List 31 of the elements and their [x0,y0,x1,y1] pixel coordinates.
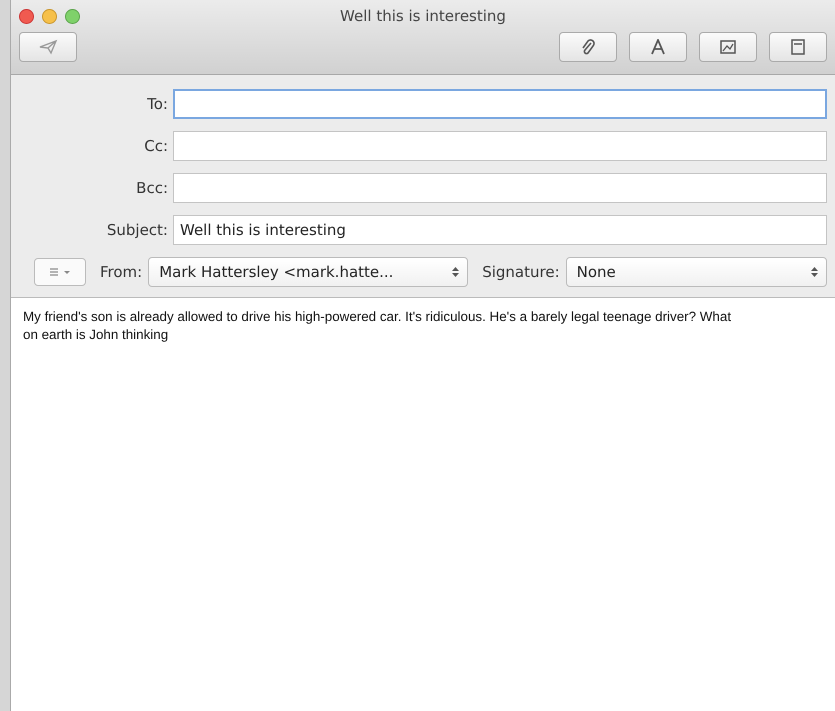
zoom-button[interactable] [65,9,80,24]
field-label: To: [146,95,168,113]
signature-label: Signature: [482,263,560,281]
list-caret-icon [49,267,71,277]
from-label: From: [100,263,142,281]
field-label: Cc: [143,137,168,155]
updown-arrows-icon [452,266,460,278]
attach-button[interactable] [559,32,617,62]
minimize-button[interactable] [42,9,57,24]
input-field[interactable] [173,173,827,203]
field-label: Subject: [106,221,168,239]
input-field[interactable] [173,89,827,119]
from-select[interactable]: Mark Hattersley <mark.hatte... [148,257,468,287]
close-button[interactable] [19,9,34,24]
photo-button[interactable] [699,32,757,62]
input-field[interactable]: Well this is interesting [173,215,827,245]
font-button[interactable] [629,32,687,62]
updown-arrows-icon [811,266,818,278]
message-body[interactable]: My friend's son is already allowed to drive his high-powered car. It's ridiculous. He's a barely legal teenage driver? What on earth is John thinking [23,308,738,344]
signature-select[interactable]: None [566,257,827,287]
document-icon [791,39,805,55]
input-field[interactable] [173,131,827,161]
send-button[interactable] [19,32,77,62]
window-title: Well this is interesting [340,7,506,25]
image-icon [720,40,736,54]
letter-icon [651,39,665,55]
paperclip-icon [581,38,595,56]
field-label: Bcc: [135,179,168,197]
format-menu-button[interactable] [34,258,86,286]
paper-plane-icon [38,39,58,55]
template-button[interactable] [769,32,827,62]
